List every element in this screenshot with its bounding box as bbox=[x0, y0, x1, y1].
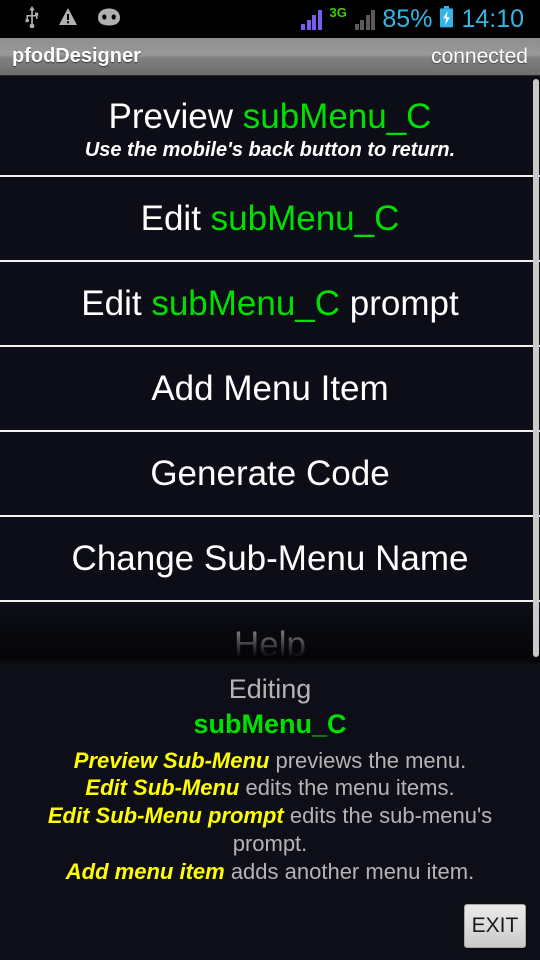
menu-item-subtitle: Use the mobile's back button to return. bbox=[84, 139, 456, 162]
menu-item-preview-submenu[interactable]: Preview subMenu_C Use the mobile's back … bbox=[0, 77, 540, 177]
help-line: Edit Sub-Menu edits the menu items. bbox=[85, 775, 455, 801]
editing-menu-name: subMenu_C bbox=[193, 709, 347, 740]
status-bar: 3G 85% 14:10 bbox=[0, 0, 540, 38]
phone-screen: 3G 85% 14:10 pfodDesigner connected Prev… bbox=[0, 0, 540, 960]
editing-label: Editing bbox=[228, 674, 312, 704]
usb-icon bbox=[24, 5, 40, 33]
menu-item-generate-code[interactable]: Generate Code bbox=[0, 432, 540, 517]
signal-bars-primary-icon bbox=[301, 8, 322, 30]
menu-item-help[interactable]: Help bbox=[0, 602, 540, 665]
battery-charging-icon bbox=[439, 5, 454, 33]
clock-label: 14:10 bbox=[461, 4, 524, 33]
help-line: Edit Sub-Menu prompt edits the sub-menu'… bbox=[47, 803, 493, 857]
android-head-icon bbox=[96, 8, 122, 31]
menu-item-label: Preview subMenu_C bbox=[108, 96, 432, 136]
help-info-panel: Editing subMenu_C Preview Sub-Menu previ… bbox=[0, 665, 540, 960]
help-line: Preview Sub-Menu previews the menu. bbox=[73, 747, 467, 773]
status-bar-right-status: 3G 85% 14:10 bbox=[301, 4, 530, 33]
help-line: Add menu item adds another menu item. bbox=[65, 859, 475, 885]
menu-item-label: Generate Code bbox=[150, 453, 390, 493]
app-name-label: pfodDesigner bbox=[12, 45, 141, 67]
battery-percent-label: 85% bbox=[382, 4, 433, 33]
menu-item-label: Help bbox=[234, 624, 306, 664]
menu-item-label: Change Sub-Menu Name bbox=[71, 538, 469, 578]
exit-button[interactable]: EXIT bbox=[464, 904, 526, 948]
warning-triangle-icon bbox=[58, 7, 78, 31]
help-text-block: Preview Sub-Menu previews the menu. Edit… bbox=[8, 747, 532, 887]
connection-status-label: connected bbox=[431, 44, 528, 68]
menu-list[interactable]: Preview subMenu_C Use the mobile's back … bbox=[0, 77, 540, 665]
network-type-label: 3G bbox=[329, 4, 347, 20]
menu-item-label: Add Menu Item bbox=[151, 368, 389, 408]
app-title-bar: pfodDesigner connected bbox=[0, 38, 540, 76]
vertical-scrollbar[interactable] bbox=[533, 79, 539, 657]
menu-item-label: Edit subMenu_C prompt bbox=[81, 283, 459, 323]
menu-item-change-sub-menu-name[interactable]: Change Sub-Menu Name bbox=[0, 517, 540, 602]
menu-item-edit-submenu-prompt[interactable]: Edit subMenu_C prompt bbox=[0, 262, 540, 347]
menu-item-add-menu-item[interactable]: Add Menu Item bbox=[0, 347, 540, 432]
signal-bars-secondary-icon bbox=[354, 8, 376, 30]
menu-item-edit-submenu[interactable]: Edit subMenu_C bbox=[0, 177, 540, 262]
status-bar-left-icons bbox=[10, 5, 122, 33]
menu-item-label: Edit subMenu_C bbox=[140, 198, 400, 238]
